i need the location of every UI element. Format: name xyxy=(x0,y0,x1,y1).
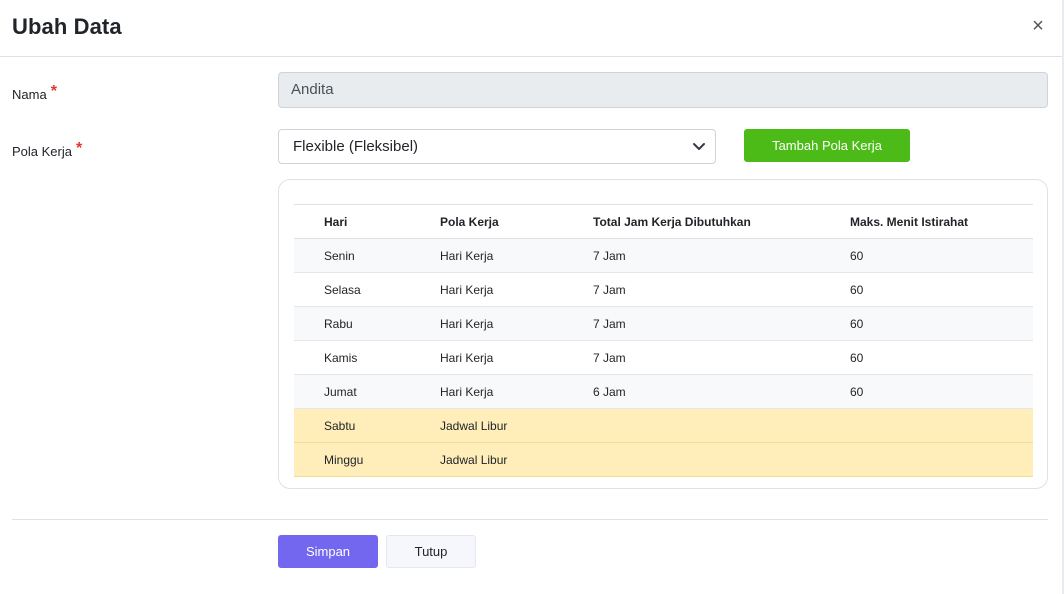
required-marker: * xyxy=(50,83,57,100)
header-maks-istirahat: Maks. Menit Istirahat xyxy=(850,204,1033,239)
table-row: Jumat Hari Kerja 6 Jam 60 xyxy=(294,374,1033,409)
cell-pola: Hari Kerja xyxy=(440,238,593,273)
close-icon[interactable]: × xyxy=(1028,14,1048,38)
save-button[interactable]: Simpan xyxy=(278,535,378,568)
cell-hari: Kamis xyxy=(294,340,440,375)
required-marker: * xyxy=(75,140,83,157)
nama-input[interactable]: Andita xyxy=(278,72,1048,108)
modal-header: Ubah Data × xyxy=(0,0,1062,57)
cell-istirahat: 60 xyxy=(850,374,1033,409)
cell-istirahat xyxy=(850,408,1033,443)
close-button[interactable]: Tutup xyxy=(386,535,476,568)
cell-jam xyxy=(593,442,850,477)
cell-hari: Senin xyxy=(294,238,440,273)
pola-kerja-selected-value: Flexible (Fleksibel) xyxy=(293,138,419,155)
table-header-row: Hari Pola Kerja Total Jam Kerja Dibutuhk… xyxy=(294,204,1033,239)
cell-istirahat: 60 xyxy=(850,272,1033,307)
table-row: Selasa Hari Kerja 7 Jam 60 xyxy=(294,272,1033,307)
pola-kerja-select[interactable]: Flexible (Fleksibel) xyxy=(278,129,716,164)
cell-hari: Jumat xyxy=(294,374,440,409)
header-hari: Hari xyxy=(294,204,440,239)
cell-hari: Selasa xyxy=(294,272,440,307)
add-work-pattern-button[interactable]: Tambah Pola Kerja xyxy=(744,129,910,162)
table-row-holiday: Minggu Jadwal Libur xyxy=(294,442,1033,477)
cell-pola: Jadwal Libur xyxy=(440,442,593,477)
cell-istirahat: 60 xyxy=(850,306,1033,341)
cell-pola: Hari Kerja xyxy=(440,306,593,341)
nama-label: Nama * xyxy=(12,83,57,104)
footer-divider xyxy=(12,519,1048,520)
cell-jam: 7 Jam xyxy=(593,340,850,375)
header-total-jam: Total Jam Kerja Dibutuhkan xyxy=(593,204,850,239)
cell-jam: 6 Jam xyxy=(593,374,850,409)
cell-hari: Rabu xyxy=(294,306,440,341)
nama-label-text: Nama xyxy=(12,87,47,102)
table-row: Kamis Hari Kerja 7 Jam 60 xyxy=(294,340,1033,375)
cell-jam: 7 Jam xyxy=(593,306,850,341)
cell-jam: 7 Jam xyxy=(593,272,850,307)
cell-istirahat: 60 xyxy=(850,238,1033,273)
modal-title: Ubah Data xyxy=(12,14,122,39)
cell-jam: 7 Jam xyxy=(593,238,850,273)
work-pattern-table-card: Hari Pola Kerja Total Jam Kerja Dibutuhk… xyxy=(278,179,1048,489)
cell-pola: Hari Kerja xyxy=(440,340,593,375)
cell-hari: Sabtu xyxy=(294,408,440,443)
pola-kerja-label: Pola Kerja * xyxy=(12,140,83,161)
cell-jam xyxy=(593,408,850,443)
table-row: Rabu Hari Kerja 7 Jam 60 xyxy=(294,306,1033,341)
cell-hari: Minggu xyxy=(294,442,440,477)
cell-pola: Hari Kerja xyxy=(440,374,593,409)
cell-istirahat xyxy=(850,442,1033,477)
cell-pola: Jadwal Libur xyxy=(440,408,593,443)
header-pola-kerja: Pola Kerja xyxy=(440,204,593,239)
table-row-holiday: Sabtu Jadwal Libur xyxy=(294,408,1033,443)
cell-pola: Hari Kerja xyxy=(440,272,593,307)
table-row: Senin Hari Kerja 7 Jam 60 xyxy=(294,238,1033,273)
work-pattern-table: Hari Pola Kerja Total Jam Kerja Dibutuhk… xyxy=(294,204,1033,477)
chevron-down-icon xyxy=(693,143,705,150)
cell-istirahat: 60 xyxy=(850,340,1033,375)
pola-kerja-label-text: Pola Kerja xyxy=(12,144,72,159)
edit-data-modal: Ubah Data × Nama * Andita Pola Kerja * Fle… xyxy=(0,0,1064,594)
